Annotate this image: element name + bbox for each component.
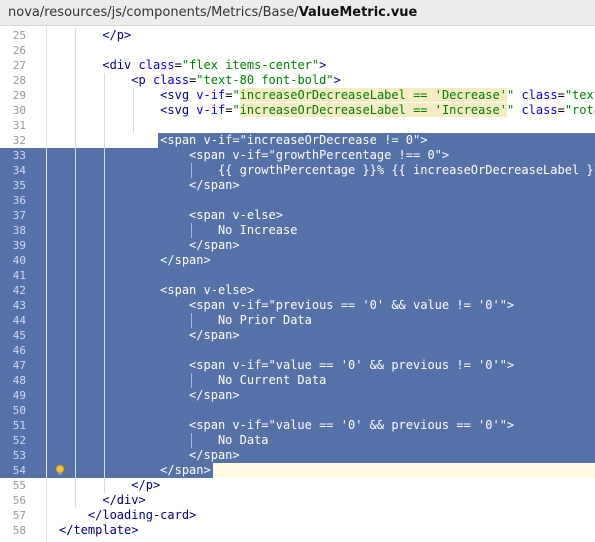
line-number[interactable]: 33 <box>0 148 26 163</box>
lightbulb-icon[interactable] <box>54 464 66 476</box>
line-number[interactable]: 30 <box>0 103 26 118</box>
indent-guide <box>75 28 77 508</box>
code-line[interactable]: </span> <box>59 178 240 193</box>
indent-guide <box>133 88 135 133</box>
line-number[interactable]: 27 <box>0 58 26 73</box>
line-number[interactable]: 29 <box>0 88 26 103</box>
selection-highlight <box>47 403 595 418</box>
code-line[interactable]: <svg v-if="increaseOrDecreaseLabel == 'D… <box>59 88 595 103</box>
line-number[interactable]: 40 <box>0 253 26 268</box>
line-number[interactable]: 52 <box>0 433 26 448</box>
code-line[interactable]: <span v-if="growthPercentage !== 0"> <box>59 148 449 163</box>
line-number[interactable]: 28 <box>0 73 26 88</box>
selection-highlight <box>47 193 595 208</box>
line-number[interactable]: 31 <box>0 118 26 133</box>
selection-highlight <box>47 343 595 358</box>
line-number[interactable]: 55 <box>0 478 26 493</box>
code-line[interactable]: <span v-if="value == '0' && previous == … <box>59 418 514 433</box>
breadcrumb: nova/resources/js/components/Metrics/Bas… <box>0 0 595 26</box>
line-number[interactable]: 37 <box>0 208 26 223</box>
code-line[interactable]: <span v-if="increaseOrDecrease != 0"> <box>59 133 427 148</box>
line-number[interactable]: 51 <box>0 418 26 433</box>
indent-guide <box>190 313 192 328</box>
line-number[interactable]: 26 <box>0 43 26 58</box>
line-number[interactable]: 57 <box>0 508 26 523</box>
line-number[interactable]: 25 <box>0 28 26 43</box>
code-line[interactable]: </div> <box>59 493 145 508</box>
code-line[interactable]: </span> <box>59 328 240 343</box>
line-number[interactable]: 42 <box>0 283 26 298</box>
indent-guide <box>104 73 106 493</box>
code-line[interactable]: <div class="flex items-center"> <box>59 58 326 73</box>
code-line[interactable]: </loading-card> <box>59 508 196 523</box>
code-line[interactable]: </span> <box>59 388 240 403</box>
code-line[interactable]: <span v-if="previous == '0' && value != … <box>59 298 514 313</box>
code-line[interactable]: <span v-if="value == '0' && previous != … <box>59 358 514 373</box>
line-number[interactable]: 47 <box>0 358 26 373</box>
line-number[interactable]: 45 <box>0 328 26 343</box>
code-line[interactable]: {{ growthPercentage }}% {{ increaseOrDec… <box>59 163 595 178</box>
line-number[interactable]: 54 <box>0 463 26 478</box>
code-line[interactable]: </span> <box>59 463 211 478</box>
code-line[interactable]: No Prior Data <box>59 313 312 328</box>
code-line[interactable]: <span v-else> <box>59 208 283 223</box>
code-line[interactable]: </p> <box>59 478 160 493</box>
indent-guide <box>190 433 192 448</box>
line-number[interactable]: 39 <box>0 238 26 253</box>
breadcrumb-file[interactable]: ValueMetric.vue <box>299 5 418 20</box>
code-line[interactable]: </span> <box>59 448 240 463</box>
indent-guide <box>190 373 192 388</box>
indent-guide <box>190 223 192 238</box>
code-editor[interactable]: 25 26 27 28 29 30 31 32 33 34 35 36 37 38 39 40 41 42 43 44… <box>0 26 595 542</box>
line-number[interactable]: 49 <box>0 388 26 403</box>
line-number[interactable]: 43 <box>0 298 26 313</box>
line-number[interactable]: 38 <box>0 223 26 238</box>
line-number[interactable]: 48 <box>0 373 26 388</box>
code-line[interactable]: No Data <box>59 433 269 448</box>
code-line[interactable]: <svg v-if="increaseOrDecreaseLabel == 'I… <box>59 103 595 118</box>
line-number-gutter[interactable]: 25 26 27 28 29 30 31 32 33 34 35 36 37 38 39 40 41 42 43 44… <box>0 26 47 542</box>
line-number[interactable]: 34 <box>0 163 26 178</box>
code-line[interactable]: No Current Data <box>59 373 326 388</box>
code-line[interactable]: </template> <box>59 523 138 538</box>
code-line[interactable]: </span> <box>59 238 240 253</box>
selection-highlight <box>47 268 595 283</box>
line-number[interactable]: 44 <box>0 313 26 328</box>
line-number[interactable]: 53 <box>0 448 26 463</box>
code-line[interactable]: </span> <box>59 253 211 268</box>
line-number[interactable]: 58 <box>0 523 26 538</box>
indent-guide <box>190 163 192 178</box>
line-number[interactable]: 35 <box>0 178 26 193</box>
code-line[interactable]: <p class="text-80 font-bold"> <box>59 73 341 88</box>
line-number[interactable]: 56 <box>0 493 26 508</box>
breadcrumb-path[interactable]: nova/resources/js/components/Metrics/Bas… <box>8 5 299 20</box>
code-line[interactable]: </p> <box>59 28 131 43</box>
line-number[interactable]: 32 <box>0 133 26 148</box>
line-number[interactable]: 50 <box>0 403 26 418</box>
code-line[interactable]: <span v-else> <box>59 283 254 298</box>
line-number[interactable]: 41 <box>0 268 26 283</box>
code-line[interactable]: No Increase <box>59 223 297 238</box>
line-number[interactable]: 36 <box>0 193 26 208</box>
line-number[interactable]: 46 <box>0 343 26 358</box>
